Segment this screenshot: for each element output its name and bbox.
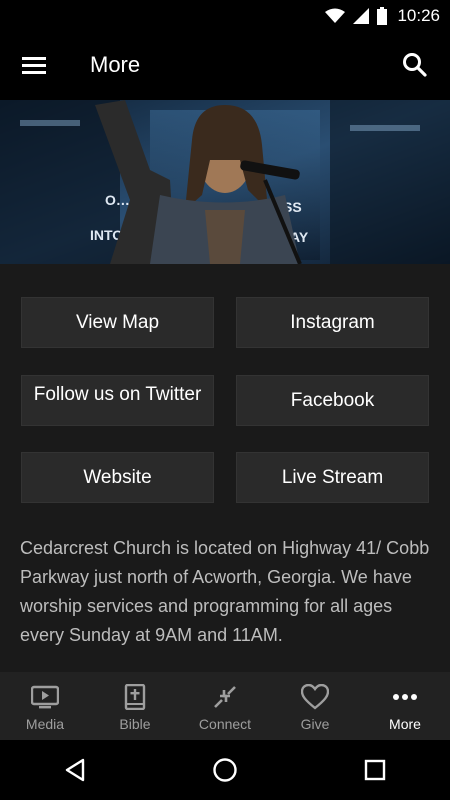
battery-icon — [377, 7, 388, 25]
wifi-icon — [325, 8, 346, 23]
heart-icon — [300, 682, 330, 712]
nav-label: More — [389, 716, 421, 732]
status-icons — [325, 7, 388, 25]
home-icon[interactable] — [205, 750, 245, 790]
more-dots-icon — [390, 682, 420, 712]
back-icon[interactable] — [55, 750, 95, 790]
nav-item-give[interactable]: Give — [270, 672, 360, 740]
page-title: More — [90, 52, 141, 77]
recents-icon[interactable] — [355, 750, 395, 790]
menu-icon[interactable] — [22, 54, 48, 78]
media-icon — [30, 682, 60, 712]
banner-text: O… — [105, 192, 130, 208]
status-time: 10:26 — [397, 6, 440, 25]
cell-signal-icon — [353, 8, 370, 24]
system-navigation-bar — [0, 740, 450, 800]
nav-label: Connect — [198, 716, 252, 732]
nav-item-more[interactable]: More — [360, 672, 450, 740]
live-stream-button[interactable]: Live Stream — [236, 452, 429, 503]
website-button[interactable]: Website — [21, 452, 214, 503]
nav-label: Bible — [119, 716, 151, 732]
church-description: Cedarcrest Church is located on Highway … — [20, 538, 430, 645]
app-bar: More — [0, 32, 450, 100]
nav-item-bible[interactable]: Bible — [90, 672, 180, 740]
hero-image: O… INTO SS AY — [0, 100, 450, 264]
instagram-button[interactable]: Instagram — [236, 297, 429, 348]
bible-icon — [120, 682, 150, 712]
nav-label: Give — [300, 716, 330, 732]
status-bar: 10:26 — [0, 0, 450, 32]
view-map-button[interactable]: View Map — [21, 297, 214, 348]
facebook-button[interactable]: Facebook — [236, 375, 429, 426]
nav-item-connect[interactable]: Connect — [180, 672, 270, 740]
search-icon[interactable] — [402, 52, 428, 78]
twitter-button[interactable]: Follow us on Twitter — [21, 375, 214, 426]
nav-item-media[interactable]: Media — [0, 672, 90, 740]
connect-icon — [210, 682, 240, 712]
bottom-navigation: Media Bible Connect Give More — [0, 672, 450, 740]
nav-label: Media — [25, 716, 65, 732]
